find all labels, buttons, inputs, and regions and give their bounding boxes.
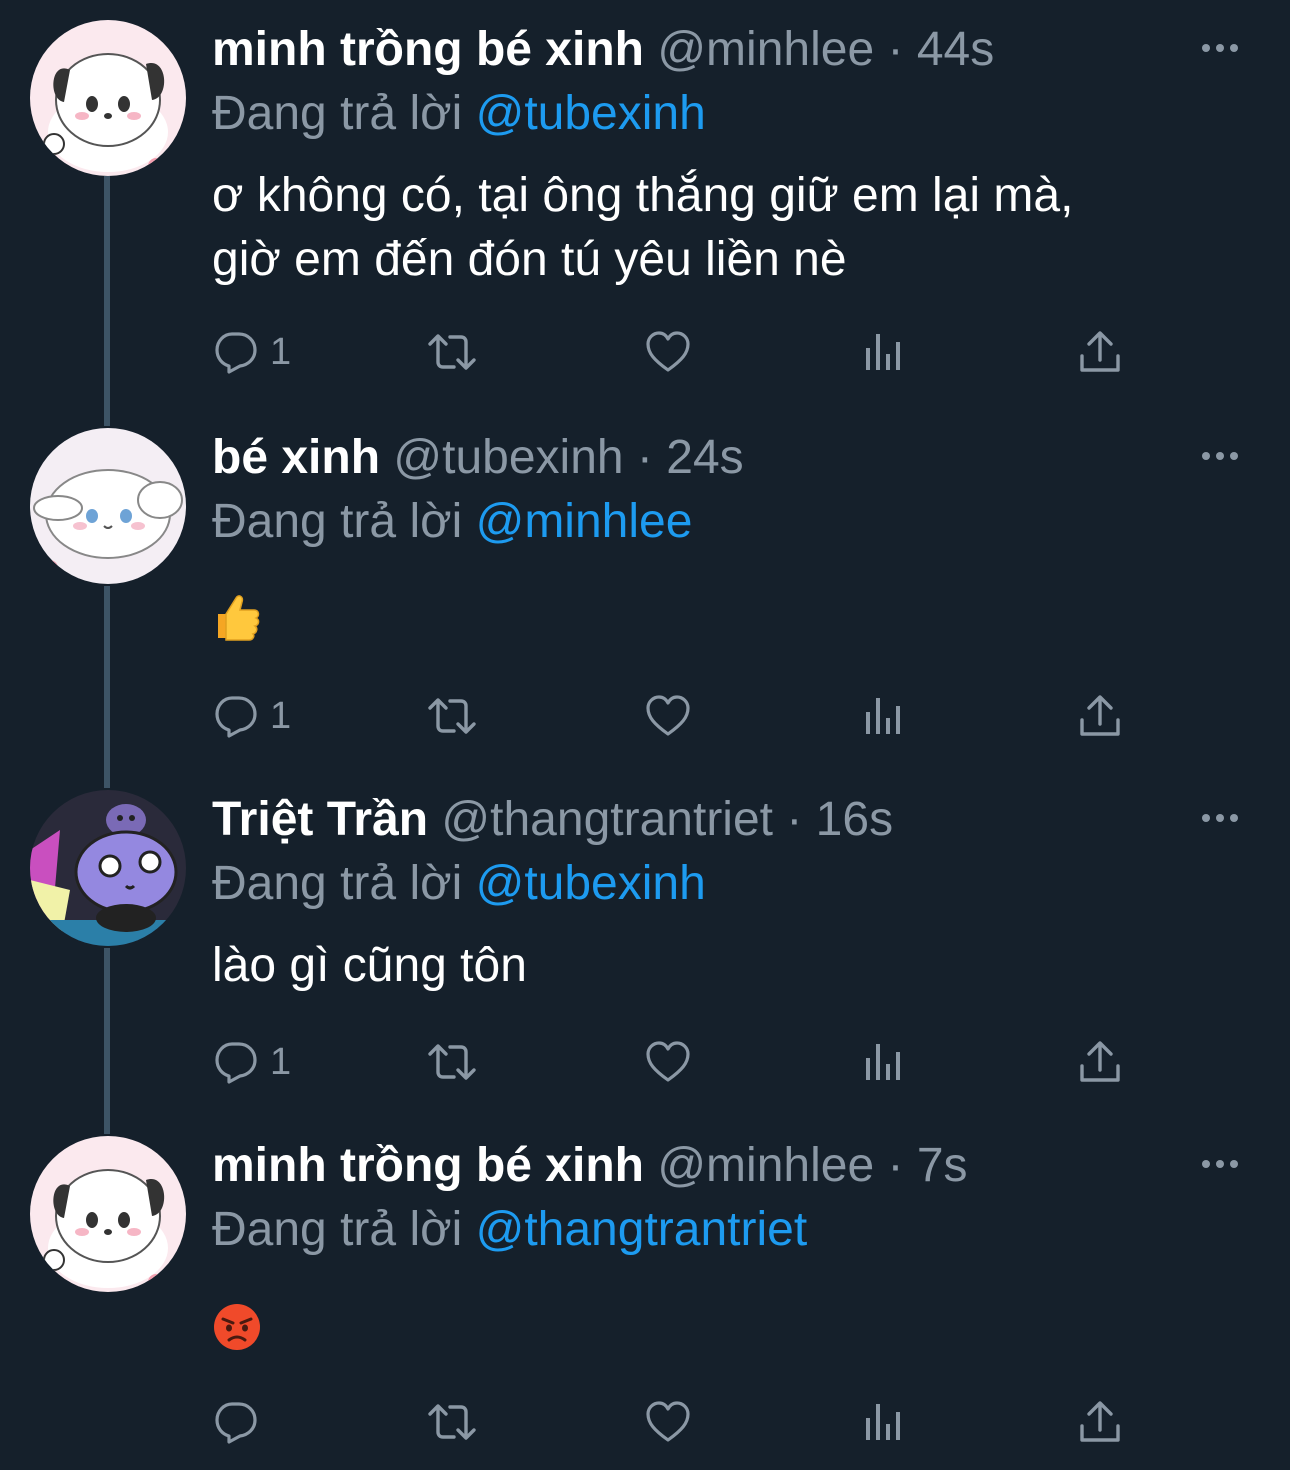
kuromi-avatar-image [30,790,186,946]
reply-button[interactable]: 1 [212,686,291,746]
tweet-header: minh trồng bé xinh @minhlee · 44s [212,18,994,82]
like-button[interactable] [644,1392,692,1452]
like-button[interactable] [644,322,692,382]
replying-prefix: Đang trả lời [212,857,463,910]
avatar[interactable] [30,1136,186,1292]
display-name[interactable]: bé xinh [212,431,380,484]
share-button[interactable] [1076,1032,1124,1092]
replying-prefix: Đang trả lời [212,495,463,548]
more-icon[interactable] [1200,1154,1240,1174]
pochacco-avatar-image [30,1136,186,1292]
like-icon [644,1398,692,1446]
reply-icon [212,1038,260,1086]
share-icon [1076,328,1124,376]
action-bar: 1 [212,1032,1152,1092]
separator-dot: · [636,431,653,484]
replying-prefix: Đang trả lời [212,87,463,140]
angry-face-emoji [214,1304,260,1350]
reply-icon [212,328,260,376]
thumbs-up-emoji [218,595,260,641]
reply-icon [212,692,260,740]
reply-count: 1 [270,330,292,373]
views-icon [860,328,908,376]
views-button[interactable] [860,1032,908,1092]
reply-button[interactable]: 1 [212,322,291,382]
avatar[interactable] [30,790,186,946]
retweet-icon [424,1038,480,1086]
separator-dot: · [887,23,904,76]
share-icon [1076,692,1124,740]
thread-connector [104,948,110,1134]
avatar[interactable] [30,428,186,584]
like-icon [644,328,692,376]
user-handle[interactable]: @minhlee [657,23,874,76]
display-name[interactable]: minh trồng bé xinh [212,1139,644,1192]
share-button[interactable] [1076,686,1124,746]
views-icon [860,1038,908,1086]
display-name[interactable]: minh trồng bé xinh [212,23,644,76]
retweet-icon [424,1398,480,1446]
mention-link[interactable]: @minhlee [476,495,693,548]
display-name[interactable]: Triệt Trần [212,793,428,846]
views-button[interactable] [860,1392,908,1452]
tweet-header: Triệt Trần @thangtrantriet · 16s [212,788,893,852]
thread-connector [104,176,110,426]
views-icon [860,692,908,740]
reply-count: 1 [270,1040,292,1083]
retweet-button[interactable] [424,1392,480,1452]
mention-link[interactable]: @tubexinh [476,857,706,910]
user-handle[interactable]: @thangtrantriet [441,793,773,846]
share-icon [1076,1038,1124,1086]
replying-to: Đang trả lời @tubexinh [212,82,706,146]
timestamp[interactable]: 24s [666,431,743,484]
reply-button[interactable] [212,1392,270,1452]
action-bar: 1 [212,322,1152,382]
separator-dot: · [887,1139,904,1192]
mention-link[interactable]: @tubexinh [476,87,706,140]
retweet-button[interactable] [424,686,480,746]
retweet-button[interactable] [424,322,480,382]
retweet-icon [424,328,480,376]
separator-dot: · [786,793,803,846]
replying-to: Đang trả lời @tubexinh [212,852,706,916]
tweet-header: bé xinh @tubexinh · 24s [212,426,744,490]
thread-connector [104,586,110,788]
like-button[interactable] [644,1032,692,1092]
pochacco-avatar-image [30,20,186,176]
tweet-header: minh trồng bé xinh @minhlee · 7s [212,1134,968,1198]
like-icon [644,1038,692,1086]
replying-to: Đang trả lời @thangtrantriet [212,1198,807,1262]
share-icon [1076,1398,1124,1446]
more-icon[interactable] [1200,38,1240,58]
views-button[interactable] [860,686,908,746]
user-handle[interactable]: @tubexinh [393,431,623,484]
retweet-button[interactable] [424,1032,480,1092]
replying-to: Đang trả lời @minhlee [212,490,692,554]
reply-count: 1 [270,694,292,737]
tweet-text: lào gì cũng tôn [212,939,527,992]
retweet-icon [424,692,480,740]
more-icon[interactable] [1200,446,1240,466]
tweet-text: ơ không có, tại ông thắng giữ em lại mà,… [212,169,1074,286]
reply-icon [212,1398,260,1446]
share-button[interactable] [1076,322,1124,382]
reply-button[interactable]: 1 [212,1032,291,1092]
share-button[interactable] [1076,1392,1124,1452]
views-button[interactable] [860,322,908,382]
user-handle[interactable]: @minhlee [657,1139,874,1192]
timestamp[interactable]: 7s [917,1139,968,1192]
more-icon[interactable] [1200,808,1240,828]
timestamp[interactable]: 44s [917,23,994,76]
like-icon [644,692,692,740]
mention-link[interactable]: @thangtrantriet [476,1203,808,1256]
replying-prefix: Đang trả lời [212,1203,463,1256]
views-icon [860,1398,908,1446]
action-bar [212,1392,1152,1452]
action-bar: 1 [212,686,1152,746]
cinnamoroll-avatar-image [30,428,186,584]
like-button[interactable] [644,686,692,746]
timestamp[interactable]: 16s [816,793,893,846]
avatar[interactable] [30,20,186,176]
